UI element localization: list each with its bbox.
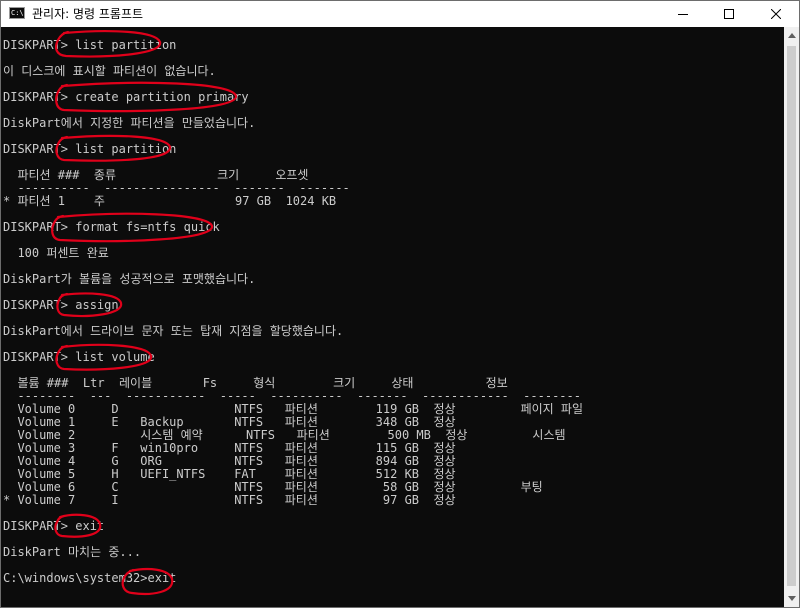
vertical-scrollbar[interactable] [784, 27, 799, 607]
terminal-line: DISKPART> format fs=ntfs quick [3, 220, 220, 234]
scrollbar-thumb[interactable] [787, 46, 796, 586]
title-bar[interactable]: C:\ 관리자: 명령 프롬프트 [1, 1, 799, 27]
scroll-down-button[interactable] [784, 590, 799, 607]
maximize-icon [724, 9, 734, 19]
window-title: 관리자: 명령 프롬프트 [32, 7, 144, 21]
arrow-up-icon [787, 33, 796, 38]
terminal-line: DiskPart에서 드라이브 문자 또는 탑재 지점을 할당했습니다. [3, 324, 344, 338]
terminal-line: 이 디스크에 표시할 파티션이 없습니다. [3, 64, 216, 78]
maximize-button[interactable] [706, 1, 752, 27]
terminal-line: DISKPART> exit [3, 519, 105, 533]
close-icon [771, 9, 781, 19]
terminal-line: * Volume 7 I NTFS 파티션 97 GB 정상 [3, 493, 456, 507]
terminal-line: 100 퍼센트 완료 [3, 246, 109, 260]
terminal-line: DiskPart 마치는 중... [3, 545, 142, 559]
scroll-up-button[interactable] [784, 27, 799, 44]
close-button[interactable] [753, 1, 799, 27]
terminal-line: DISKPART> assign [3, 298, 119, 312]
terminal-line: C:\windows\system32>exit [3, 571, 177, 585]
terminal-line: * 파티션 1 주 97 GB 1024 KB [3, 194, 337, 208]
arrow-down-icon [787, 596, 796, 601]
cmd-app-icon[interactable]: C:\ [9, 7, 25, 19]
terminal-output[interactable]: DISKPART> list partition 이 디스크에 표시할 파티션이… [1, 27, 784, 607]
terminal-line: DISKPART> list partition [3, 142, 177, 156]
terminal-line: DISKPART> create partition primary [3, 90, 249, 104]
terminal-line: DISKPART> list volume [3, 350, 155, 364]
terminal-line: DiskPart에서 지정한 파티션을 만들었습니다. [3, 116, 256, 130]
minimize-button[interactable] [660, 1, 706, 27]
terminal-line: DiskPart가 볼륨을 성공적으로 포맷했습니다. [3, 272, 256, 286]
terminal-line: DISKPART> list partition [3, 38, 177, 52]
minimize-icon [678, 14, 688, 15]
command-prompt-window: C:\ 관리자: 명령 프롬프트 DISKPART> list partitio… [0, 0, 800, 608]
